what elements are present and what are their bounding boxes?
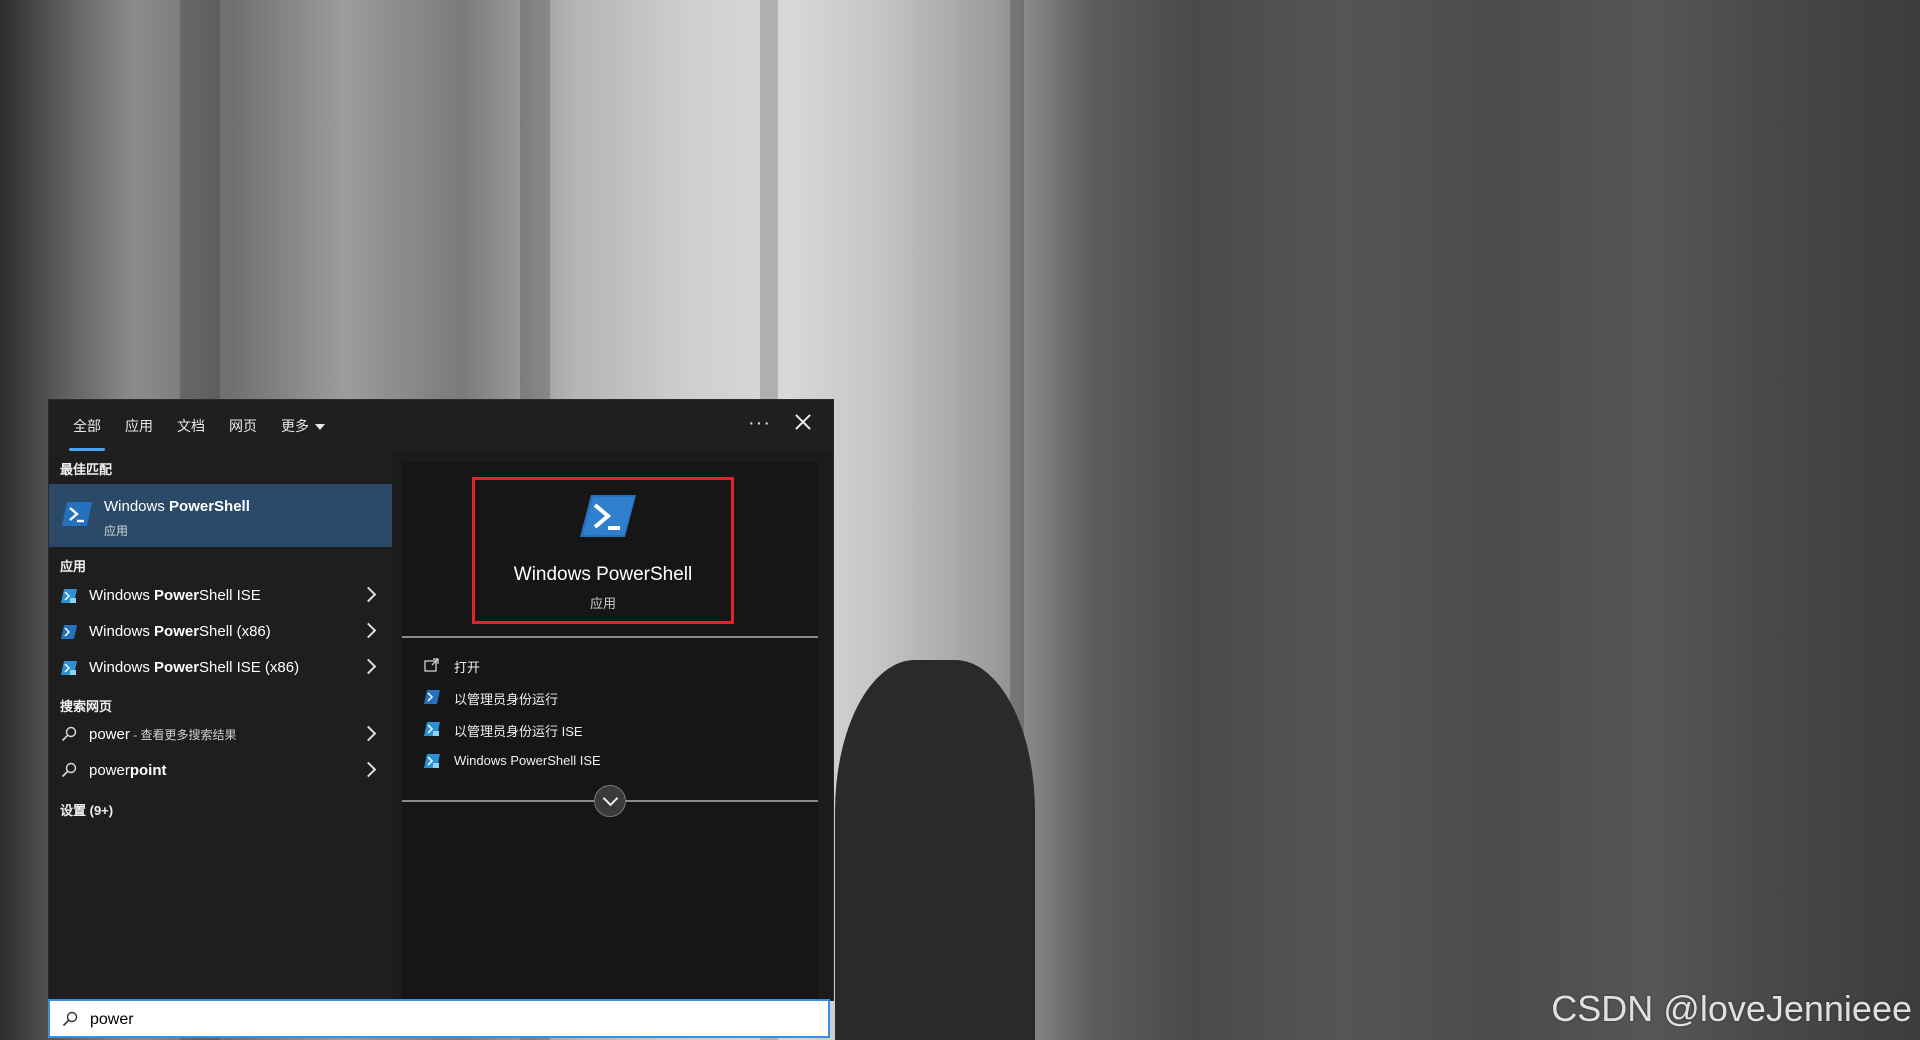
preview-title: Windows PowerShell [513,564,693,585]
search-icon [62,1011,78,1027]
web-result-item[interactable]: powerpoint [49,754,392,788]
search-icon [61,762,77,778]
app-result-item[interactable]: Windows PowerShell ISE [49,579,392,613]
search-panel: 全部 应用 文档 网页 更多 ··· 最佳匹配 Windows PowerShe… [48,399,834,1001]
open-icon [424,658,439,672]
action-label: 打开 [454,660,481,675]
tab-more[interactable]: 更多 [281,416,325,436]
results-list: 最佳匹配 Windows PowerShell 应用 应用 Windows Po… [49,452,392,1000]
search-box[interactable] [48,999,830,1038]
close-button[interactable] [791,410,815,434]
web-result-item[interactable]: power - 查看更多搜索结果 [49,718,392,752]
app-result-label: Windows PowerShell ISE [89,587,261,604]
powershell-icon [424,690,440,704]
app-result-item[interactable]: Windows PowerShell (x86) [49,615,392,649]
powershell-ise-icon [424,754,440,768]
chevron-right-icon[interactable] [360,586,377,603]
web-result-label: power - 查看更多搜索结果 [89,726,237,743]
powershell-icon [580,495,636,537]
section-apps: 应用 [60,559,87,574]
app-result-label: Windows PowerShell ISE (x86) [89,659,300,676]
powershell-icon [62,502,92,526]
caret-down-icon [315,424,325,431]
powershell-ise-icon [61,661,77,675]
chevron-right-icon[interactable] [360,725,377,742]
action-label: Windows PowerShell ISE [454,753,601,768]
action-label: 以管理员身份运行 ISE [454,724,583,739]
chevron-right-icon[interactable] [360,761,377,778]
preview-subtitle: 应用 [589,596,616,611]
section-web: 搜索网页 [60,699,113,714]
search-icon [61,726,77,742]
tab-web[interactable]: 网页 [229,416,257,436]
section-settings[interactable]: 设置 (9+) [60,800,113,819]
powershell-ise-icon [61,589,77,603]
app-preview-header[interactable]: Windows PowerShell 应用 [472,477,734,624]
web-result-label: powerpoint [89,762,167,779]
preview-pane: Windows PowerShell 应用 打开 以管理员身份运行 以管理员身份… [392,452,833,1000]
chevron-right-icon[interactable] [360,622,377,639]
best-match-title: Windows PowerShell [104,498,250,515]
more-options-button[interactable]: ··· [748,412,771,435]
tab-all[interactable]: 全部 [69,416,105,451]
watermark: CSDN @loveJennieee [1551,988,1912,1029]
tab-documents[interactable]: 文档 [177,416,205,436]
powershell-icon [61,625,77,639]
filter-tabs: 全部 应用 文档 网页 更多 ··· [49,400,833,453]
tab-apps[interactable]: 应用 [125,416,153,436]
section-best-match: 最佳匹配 [60,462,113,477]
best-match-subtitle: 应用 [104,524,129,538]
divider [402,636,818,638]
best-match-item[interactable]: Windows PowerShell 应用 [49,484,392,547]
powershell-ise-icon [424,722,440,736]
expand-button[interactable] [594,785,626,817]
app-result-label: Windows PowerShell (x86) [89,623,271,640]
preview-card: Windows PowerShell 应用 打开 以管理员身份运行 以管理员身份… [402,462,818,1000]
action-label: 以管理员身份运行 [454,692,559,707]
tab-more-label: 更多 [281,418,309,434]
chevron-right-icon[interactable] [360,658,377,675]
app-result-item[interactable]: Windows PowerShell ISE (x86) [49,651,392,685]
search-input[interactable] [88,1007,812,1033]
